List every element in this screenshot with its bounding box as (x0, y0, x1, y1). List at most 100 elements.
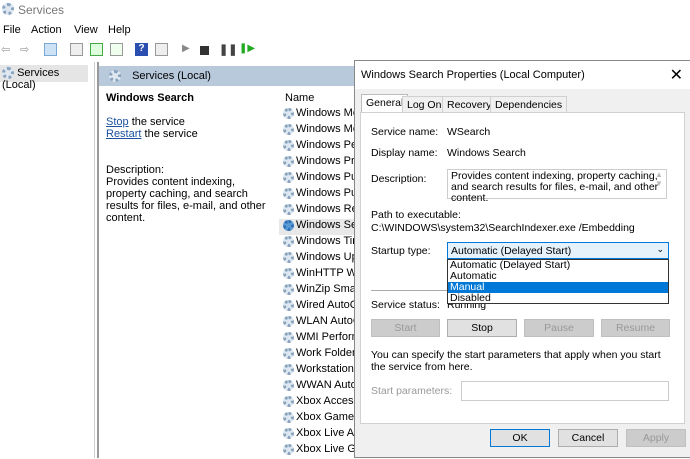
service-row[interactable]: Workstation (279, 363, 356, 379)
dialog-titlebar: Windows Search Properties (Local Compute… (355, 61, 690, 89)
start-button[interactable]: Start (371, 319, 440, 337)
restart-service-link[interactable]: Restart (106, 128, 141, 140)
pause-button[interactable]: Pause (524, 319, 594, 337)
service-row[interactable]: WMI Perform (279, 331, 356, 347)
pause-icon[interactable]: ❚❚ (219, 43, 232, 56)
service-name: WinHTTP We (296, 267, 356, 279)
service-row[interactable]: Windows Sea (279, 219, 356, 235)
stop-service-link[interactable]: Stop (106, 116, 129, 128)
menu-help[interactable]: Help (108, 24, 131, 36)
service-row[interactable]: Wired AutoC (279, 299, 356, 315)
service-gear-icon (283, 364, 294, 375)
service-row[interactable]: Windows Pre (279, 155, 356, 171)
service-row[interactable]: Xbox Access (279, 395, 356, 411)
back-icon[interactable]: ⇦ (1, 43, 14, 56)
service-row[interactable]: WLAN AutoC (279, 315, 356, 331)
toolbar: ⇦ ⇨ ? ▶ ❚❚ ❚▶ (0, 40, 354, 60)
forward-icon[interactable]: ⇨ (20, 43, 33, 56)
service-name: Xbox Game M (296, 411, 356, 423)
service-row[interactable]: Xbox Live Ga (279, 443, 356, 459)
service-gear-icon (283, 140, 294, 151)
service-row[interactable]: Windows Pu (279, 187, 356, 203)
option-disabled[interactable]: Disabled (448, 293, 668, 304)
service-name: Xbox Access (296, 395, 356, 407)
service-gear-icon (283, 252, 294, 263)
display-name-label: Display name: (371, 147, 438, 159)
startup-type-dropdown: Automatic (Delayed Start) Automatic Manu… (447, 259, 669, 304)
services-list: Name Windows MoWindows MoWindows PerWind… (279, 89, 356, 459)
menu-view[interactable]: View (74, 24, 98, 36)
service-row[interactable]: WinZip Smar (279, 283, 356, 299)
service-row[interactable]: Windows Re (279, 203, 356, 219)
divider (371, 290, 447, 291)
pane-header: Services (Local) (99, 66, 356, 86)
service-gear-icon (283, 156, 294, 167)
tree-item-services-local[interactable]: Services (Local) (0, 65, 88, 82)
column-header-name[interactable]: Name (279, 89, 356, 107)
service-row[interactable]: Xbox Game M (279, 411, 356, 427)
service-gear-icon (283, 236, 294, 247)
properties-icon[interactable] (70, 43, 83, 56)
service-row[interactable]: WinHTTP We (279, 267, 356, 283)
service-row[interactable]: Work Folders (279, 347, 356, 363)
tab-log-on[interactable]: Log On (402, 96, 446, 112)
service-name: Windows Pu (296, 171, 356, 183)
play-icon[interactable]: ▶ (182, 43, 195, 56)
ok-button[interactable]: OK (490, 429, 550, 447)
service-gear-icon (283, 412, 294, 423)
menu-file[interactable]: File (3, 24, 21, 36)
service-name: Windows Pu (296, 187, 356, 199)
path-value: C:\WINDOWS\system32\SearchIndexer.exe /E… (371, 222, 635, 234)
service-row[interactable]: Windows Mo (279, 123, 356, 139)
service-detail: Windows Search Stop the service Restart … (106, 92, 276, 224)
service-name: Wired AutoC (296, 299, 356, 311)
service-gear-icon (283, 188, 294, 199)
description-text: Provides content indexing, property cach… (106, 176, 276, 224)
service-row[interactable]: Windows Mo (279, 107, 356, 123)
service-row[interactable]: Windows Up (279, 251, 356, 267)
service-gear-icon (283, 220, 294, 231)
cancel-button[interactable]: Cancel (558, 429, 618, 447)
stop-button[interactable]: Stop (447, 319, 517, 337)
service-gear-icon (283, 284, 294, 295)
general-tab-panel: Service name: WSearch Display name: Wind… (360, 112, 685, 424)
service-name: Windows Up (296, 251, 356, 263)
service-gear-icon (283, 380, 294, 391)
service-row[interactable]: Windows Per (279, 139, 356, 155)
close-icon[interactable]: ✕ (670, 65, 683, 85)
apply-button[interactable]: Apply (626, 429, 686, 447)
action-pane-icon[interactable] (155, 43, 168, 56)
service-row[interactable]: Windows Pu (279, 171, 356, 187)
start-parameters-input[interactable] (461, 381, 669, 401)
service-row[interactable]: Windows Tin (279, 235, 356, 251)
description-scrollbar[interactable]: ▲▼ (653, 170, 665, 198)
selected-service-name: Windows Search (106, 92, 276, 104)
description-textbox[interactable]: Provides content indexing, property cach… (447, 169, 667, 199)
help-icon[interactable]: ? (135, 43, 148, 56)
service-status-label: Service status: (371, 299, 440, 311)
service-gear-icon (283, 444, 294, 455)
restart-icon[interactable]: ❚▶ (239, 43, 252, 56)
service-name: Windows Mo (296, 123, 356, 135)
service-name-value: WSearch (447, 126, 490, 138)
chevron-down-icon: ⌄ (656, 244, 664, 255)
service-row[interactable]: WWAN Auto (279, 379, 356, 395)
service-name: Windows Pre (296, 155, 356, 167)
service-gear-icon (283, 124, 294, 135)
refresh-icon[interactable] (90, 43, 103, 56)
stop-icon[interactable] (200, 46, 209, 55)
link-suffix: the service (129, 116, 185, 128)
tab-recovery[interactable]: Recovery (442, 96, 496, 112)
tab-dependencies[interactable]: Dependencies (490, 96, 567, 112)
show-hide-console-tree-icon[interactable] (44, 43, 57, 56)
console-tree: Services (Local) (0, 62, 95, 458)
startup-type-select[interactable]: Automatic (Delayed Start) ⌄ (447, 242, 669, 259)
properties-dialog: Windows Search Properties (Local Compute… (354, 60, 690, 458)
service-gear-icon (283, 300, 294, 311)
service-gear-icon (283, 172, 294, 183)
service-row[interactable]: Xbox Live Au (279, 427, 356, 443)
export-list-icon[interactable] (110, 43, 123, 56)
menu-action[interactable]: Action (31, 24, 62, 36)
service-name: WLAN AutoC (296, 315, 356, 327)
resume-button[interactable]: Resume (601, 319, 670, 337)
